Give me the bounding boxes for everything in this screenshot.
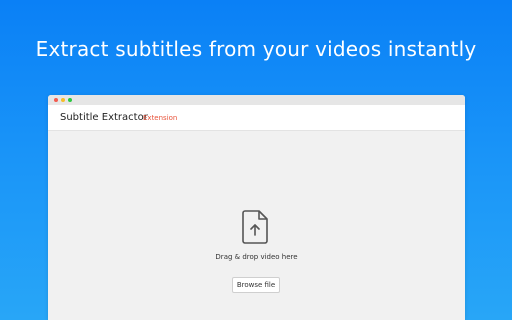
browse-file-button[interactable]: Browse file (232, 277, 280, 293)
close-window-dot[interactable] (54, 98, 58, 102)
minimize-window-dot[interactable] (61, 98, 65, 102)
drop-label: Drag & drop video here (215, 253, 298, 261)
app-name: Subtitle Extractor (60, 112, 148, 123)
window-titlebar (48, 95, 465, 105)
drop-zone[interactable]: Drag & drop video here Browse file (48, 131, 465, 320)
maximize-window-dot[interactable] (68, 98, 72, 102)
app-header: Subtitle Extractor Extension (48, 105, 465, 131)
app-tag: Extension (143, 114, 178, 122)
file-upload-icon (241, 209, 271, 245)
headline: Extract subtitles from your videos insta… (35, 37, 477, 61)
app-window: Subtitle Extractor Extension Drag & drop… (48, 95, 465, 320)
